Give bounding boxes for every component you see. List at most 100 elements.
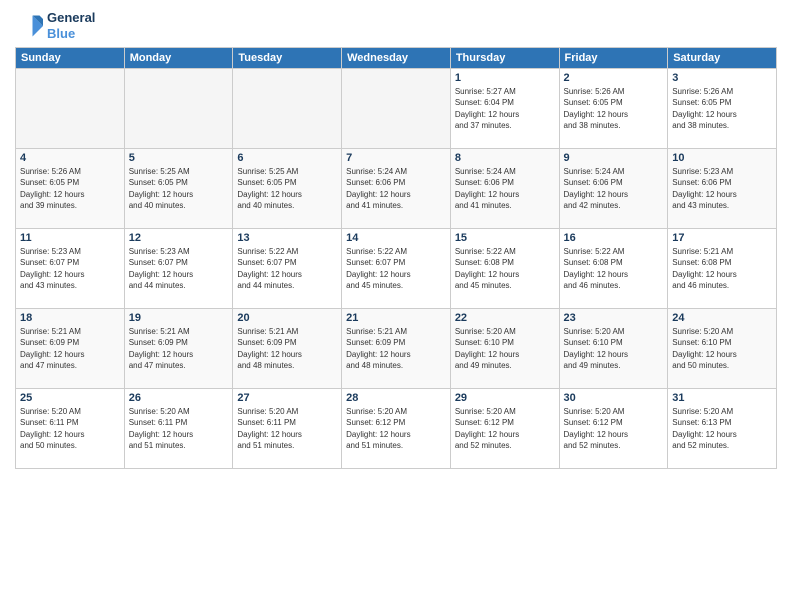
- day-info: Sunrise: 5:22 AMSunset: 6:08 PMDaylight:…: [564, 246, 664, 291]
- day-info: Sunrise: 5:21 AMSunset: 6:09 PMDaylight:…: [237, 326, 337, 371]
- calendar-cell: 26 Sunrise: 5:20 AMSunset: 6:11 PMDayligh…: [124, 389, 233, 469]
- calendar-cell: 18 Sunrise: 5:21 AMSunset: 6:09 PMDayligh…: [16, 309, 125, 389]
- weekday-header-cell: Thursday: [450, 48, 559, 69]
- day-info: Sunrise: 5:20 AMSunset: 6:12 PMDaylight:…: [564, 406, 664, 451]
- day-info: Sunrise: 5:26 AMSunset: 6:05 PMDaylight:…: [20, 166, 120, 211]
- day-number: 9: [564, 152, 664, 164]
- page: General Blue SundayMondayTuesdayWednesda…: [0, 0, 792, 612]
- calendar-cell: 28 Sunrise: 5:20 AMSunset: 6:12 PMDayligh…: [342, 389, 451, 469]
- day-info: Sunrise: 5:21 AMSunset: 6:09 PMDaylight:…: [20, 326, 120, 371]
- day-info: Sunrise: 5:20 AMSunset: 6:10 PMDaylight:…: [455, 326, 555, 371]
- calendar-cell: 22 Sunrise: 5:20 AMSunset: 6:10 PMDayligh…: [450, 309, 559, 389]
- day-number: 8: [455, 152, 555, 164]
- weekday-header-cell: Friday: [559, 48, 668, 69]
- day-number: 5: [129, 152, 229, 164]
- calendar-cell: 24 Sunrise: 5:20 AMSunset: 6:10 PMDayligh…: [668, 309, 777, 389]
- day-number: 11: [20, 232, 120, 244]
- calendar-cell: 31 Sunrise: 5:20 AMSunset: 6:13 PMDayligh…: [668, 389, 777, 469]
- calendar-cell: 6 Sunrise: 5:25 AMSunset: 6:05 PMDaylight…: [233, 149, 342, 229]
- day-info: Sunrise: 5:23 AMSunset: 6:07 PMDaylight:…: [129, 246, 229, 291]
- calendar-cell: 10Sunrise: 5:23 AMSunset: 6:06 PMDayligh…: [668, 149, 777, 229]
- weekday-header-cell: Tuesday: [233, 48, 342, 69]
- day-number: 31: [672, 392, 772, 404]
- calendar-cell: 16Sunrise: 5:22 AMSunset: 6:08 PMDayligh…: [559, 229, 668, 309]
- calendar-cell: 3Sunrise: 5:26 AMSunset: 6:05 PMDaylight…: [668, 69, 777, 149]
- day-number: 2: [564, 72, 664, 84]
- day-number: 27: [237, 392, 337, 404]
- logo: General Blue: [15, 10, 95, 41]
- calendar-cell: 14 Sunrise: 5:22 AMSunset: 6:07 PMDayligh…: [342, 229, 451, 309]
- day-info: Sunrise: 5:22 AMSunset: 6:08 PMDaylight:…: [455, 246, 555, 291]
- day-number: 14: [346, 232, 446, 244]
- day-number: 20: [237, 312, 337, 324]
- day-number: 7: [346, 152, 446, 164]
- day-number: 18: [20, 312, 120, 324]
- calendar-cell: 7 Sunrise: 5:24 AMSunset: 6:06 PMDaylight…: [342, 149, 451, 229]
- day-number: 1: [455, 72, 555, 84]
- weekday-header-cell: Sunday: [16, 48, 125, 69]
- calendar-cell: 29 Sunrise: 5:20 AMSunset: 6:12 PMDayligh…: [450, 389, 559, 469]
- day-number: 22: [455, 312, 555, 324]
- calendar-cell: 8 Sunrise: 5:24 AMSunset: 6:06 PMDaylight…: [450, 149, 559, 229]
- calendar-cell: 4Sunrise: 5:26 AMSunset: 6:05 PMDaylight…: [16, 149, 125, 229]
- day-number: 25: [20, 392, 120, 404]
- day-info: Sunrise: 5:20 AMSunset: 6:13 PMDaylight:…: [672, 406, 772, 451]
- header: General Blue: [15, 10, 777, 41]
- day-info: Sunrise: 5:24 AMSunset: 6:06 PMDaylight:…: [455, 166, 555, 211]
- logo-text: General Blue: [47, 10, 95, 41]
- calendar-week-row: 11 Sunrise: 5:23 AMSunset: 6:07 PMDayligh…: [16, 229, 777, 309]
- day-info: Sunrise: 5:21 AMSunset: 6:08 PMDaylight:…: [672, 246, 772, 291]
- calendar-week-row: 25 Sunrise: 5:20 AMSunset: 6:11 PMDayligh…: [16, 389, 777, 469]
- day-number: 19: [129, 312, 229, 324]
- calendar-cell: 19 Sunrise: 5:21 AMSunset: 6:09 PMDayligh…: [124, 309, 233, 389]
- day-info: Sunrise: 5:24 AMSunset: 6:06 PMDaylight:…: [346, 166, 446, 211]
- day-info: Sunrise: 5:20 AMSunset: 6:10 PMDaylight:…: [672, 326, 772, 371]
- calendar-body: 1 Sunrise: 5:27 AMSunset: 6:04 PMDaylight…: [16, 69, 777, 469]
- calendar-week-row: 1 Sunrise: 5:27 AMSunset: 6:04 PMDaylight…: [16, 69, 777, 149]
- day-number: 6: [237, 152, 337, 164]
- day-info: Sunrise: 5:20 AMSunset: 6:10 PMDaylight:…: [564, 326, 664, 371]
- logo-icon: [15, 12, 43, 40]
- day-info: Sunrise: 5:25 AMSunset: 6:05 PMDaylight:…: [237, 166, 337, 211]
- calendar-cell: [124, 69, 233, 149]
- day-number: 28: [346, 392, 446, 404]
- calendar-cell: [16, 69, 125, 149]
- day-number: 26: [129, 392, 229, 404]
- day-info: Sunrise: 5:23 AMSunset: 6:07 PMDaylight:…: [20, 246, 120, 291]
- calendar-cell: 17 Sunrise: 5:21 AMSunset: 6:08 PMDayligh…: [668, 229, 777, 309]
- calendar-cell: 25 Sunrise: 5:20 AMSunset: 6:11 PMDayligh…: [16, 389, 125, 469]
- day-number: 13: [237, 232, 337, 244]
- day-info: Sunrise: 5:23 AMSunset: 6:06 PMDaylight:…: [672, 166, 772, 211]
- day-info: Sunrise: 5:27 AMSunset: 6:04 PMDaylight:…: [455, 86, 555, 131]
- weekday-header-cell: Monday: [124, 48, 233, 69]
- weekday-header-row: SundayMondayTuesdayWednesdayThursdayFrid…: [16, 48, 777, 69]
- day-info: Sunrise: 5:20 AMSunset: 6:11 PMDaylight:…: [129, 406, 229, 451]
- day-info: Sunrise: 5:26 AMSunset: 6:05 PMDaylight:…: [564, 86, 664, 131]
- day-number: 17: [672, 232, 772, 244]
- day-info: Sunrise: 5:20 AMSunset: 6:11 PMDaylight:…: [20, 406, 120, 451]
- calendar-cell: 21Sunrise: 5:21 AMSunset: 6:09 PMDayligh…: [342, 309, 451, 389]
- day-info: Sunrise: 5:20 AMSunset: 6:11 PMDaylight:…: [237, 406, 337, 451]
- day-number: 15: [455, 232, 555, 244]
- day-number: 24: [672, 312, 772, 324]
- day-info: Sunrise: 5:20 AMSunset: 6:12 PMDaylight:…: [455, 406, 555, 451]
- calendar-cell: 23Sunrise: 5:20 AMSunset: 6:10 PMDayligh…: [559, 309, 668, 389]
- calendar-cell: 5Sunrise: 5:25 AMSunset: 6:05 PMDaylight…: [124, 149, 233, 229]
- day-number: 12: [129, 232, 229, 244]
- calendar-cell: 2 Sunrise: 5:26 AMSunset: 6:05 PMDaylight…: [559, 69, 668, 149]
- calendar-cell: 30 Sunrise: 5:20 AMSunset: 6:12 PMDayligh…: [559, 389, 668, 469]
- calendar-cell: 9Sunrise: 5:24 AMSunset: 6:06 PMDaylight…: [559, 149, 668, 229]
- calendar-cell: 15 Sunrise: 5:22 AMSunset: 6:08 PMDayligh…: [450, 229, 559, 309]
- day-info: Sunrise: 5:26 AMSunset: 6:05 PMDaylight:…: [672, 86, 772, 131]
- calendar-table: SundayMondayTuesdayWednesdayThursdayFrid…: [15, 47, 777, 469]
- day-info: Sunrise: 5:21 AMSunset: 6:09 PMDaylight:…: [129, 326, 229, 371]
- day-info: Sunrise: 5:20 AMSunset: 6:12 PMDaylight:…: [346, 406, 446, 451]
- day-info: Sunrise: 5:22 AMSunset: 6:07 PMDaylight:…: [346, 246, 446, 291]
- day-number: 21: [346, 312, 446, 324]
- calendar-cell: 1 Sunrise: 5:27 AMSunset: 6:04 PMDaylight…: [450, 69, 559, 149]
- day-info: Sunrise: 5:22 AMSunset: 6:07 PMDaylight:…: [237, 246, 337, 291]
- day-number: 30: [564, 392, 664, 404]
- calendar-cell: 20 Sunrise: 5:21 AMSunset: 6:09 PMDayligh…: [233, 309, 342, 389]
- day-number: 29: [455, 392, 555, 404]
- calendar-cell: 11 Sunrise: 5:23 AMSunset: 6:07 PMDayligh…: [16, 229, 125, 309]
